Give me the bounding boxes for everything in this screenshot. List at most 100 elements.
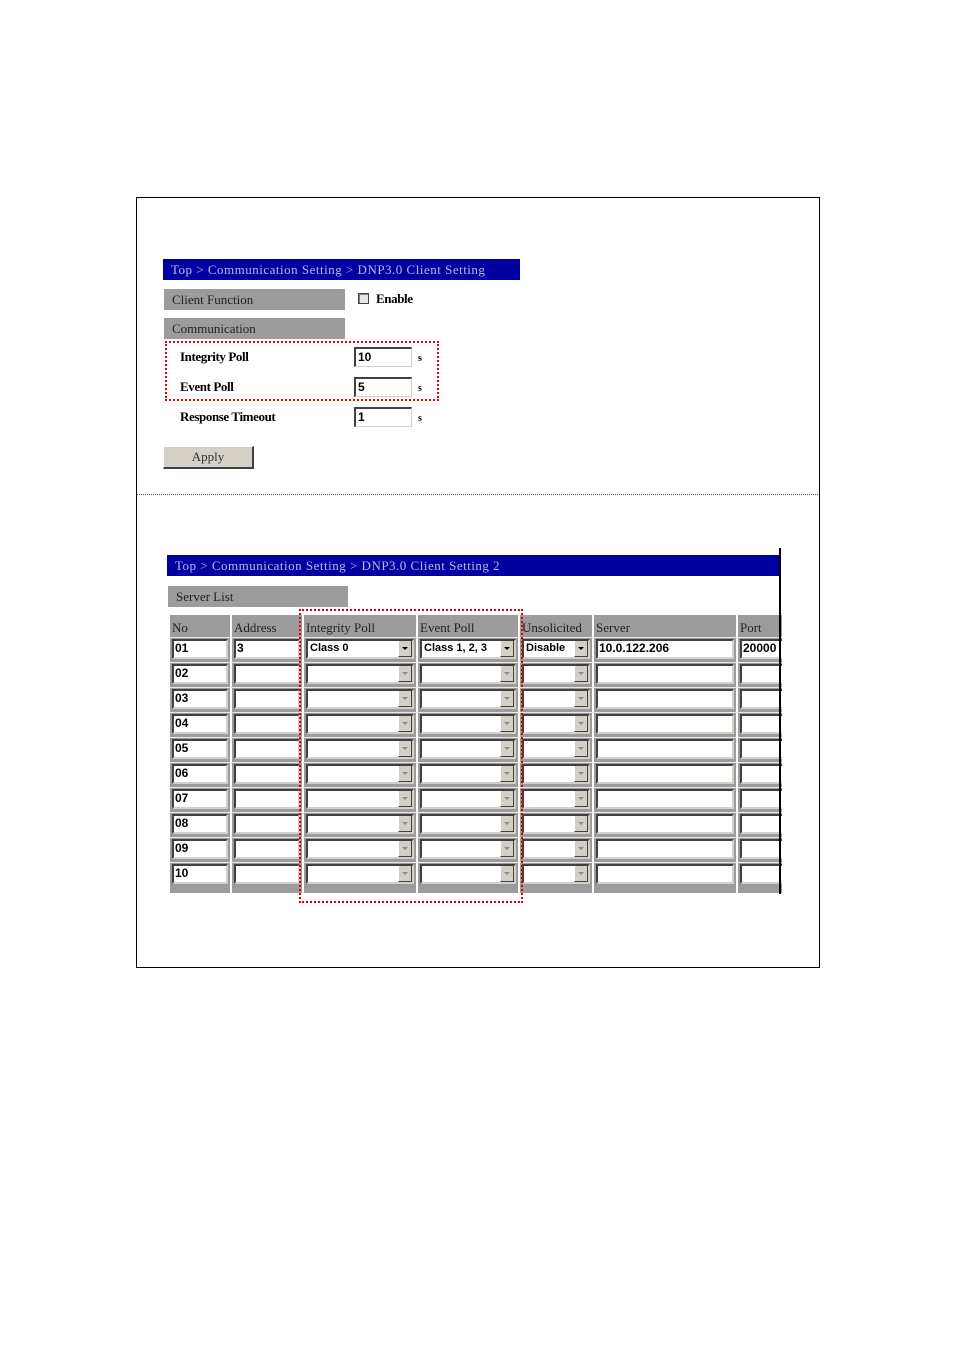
dropdown-arrow-icon[interactable] xyxy=(574,666,588,682)
no-input[interactable]: 09 xyxy=(172,839,228,859)
server-input[interactable] xyxy=(596,789,734,809)
unsolicited-select[interactable] xyxy=(522,664,590,684)
address-input[interactable] xyxy=(234,839,300,859)
unsolicited-select[interactable] xyxy=(522,689,590,709)
port-input[interactable] xyxy=(740,814,782,834)
dropdown-arrow-icon[interactable] xyxy=(398,741,412,757)
dropdown-arrow-icon[interactable] xyxy=(398,766,412,782)
port-input[interactable]: 20000 xyxy=(740,639,782,659)
dropdown-arrow-icon[interactable] xyxy=(574,816,588,832)
event-poll-select[interactable] xyxy=(420,814,516,834)
port-input[interactable] xyxy=(740,664,782,684)
address-input[interactable] xyxy=(234,714,300,734)
dropdown-arrow-icon[interactable] xyxy=(398,791,412,807)
dropdown-arrow-icon[interactable] xyxy=(398,866,412,882)
no-input[interactable]: 04 xyxy=(172,714,228,734)
server-input[interactable] xyxy=(596,864,734,884)
address-input[interactable]: 3 xyxy=(234,639,300,659)
event-poll-select[interactable] xyxy=(420,714,516,734)
no-input[interactable]: 02 xyxy=(172,664,228,684)
event-poll-select[interactable] xyxy=(420,664,516,684)
no-input[interactable]: 06 xyxy=(172,764,228,784)
integrity-poll-select[interactable] xyxy=(306,764,414,784)
dropdown-arrow-icon[interactable] xyxy=(500,766,514,782)
event-poll-input[interactable]: 5 xyxy=(354,377,412,397)
dropdown-arrow-icon[interactable] xyxy=(574,741,588,757)
address-input[interactable] xyxy=(234,689,300,709)
integrity-poll-select[interactable] xyxy=(306,864,414,884)
event-poll-select[interactable] xyxy=(420,689,516,709)
event-poll-select[interactable] xyxy=(420,739,516,759)
address-input[interactable] xyxy=(234,764,300,784)
dropdown-arrow-icon[interactable] xyxy=(574,716,588,732)
address-input[interactable] xyxy=(234,789,300,809)
dropdown-arrow-icon[interactable] xyxy=(500,866,514,882)
unsolicited-select[interactable] xyxy=(522,739,590,759)
unsolicited-select[interactable]: Disable xyxy=(522,639,590,659)
server-input[interactable] xyxy=(596,689,734,709)
dropdown-arrow-icon[interactable] xyxy=(574,691,588,707)
address-input[interactable] xyxy=(234,739,300,759)
unsolicited-select[interactable] xyxy=(522,714,590,734)
port-input[interactable] xyxy=(740,714,782,734)
dropdown-arrow-icon[interactable] xyxy=(500,741,514,757)
dropdown-arrow-icon[interactable] xyxy=(398,816,412,832)
dropdown-arrow-icon[interactable] xyxy=(500,841,514,857)
dropdown-arrow-icon[interactable] xyxy=(500,791,514,807)
event-poll-select[interactable] xyxy=(420,839,516,859)
unsolicited-select[interactable] xyxy=(522,839,590,859)
no-input[interactable]: 08 xyxy=(172,814,228,834)
unsolicited-select[interactable] xyxy=(522,864,590,884)
server-input[interactable] xyxy=(596,664,734,684)
dropdown-arrow-icon[interactable] xyxy=(398,691,412,707)
server-input[interactable] xyxy=(596,814,734,834)
dropdown-arrow-icon[interactable] xyxy=(398,666,412,682)
unsolicited-select[interactable] xyxy=(522,764,590,784)
dropdown-arrow-icon[interactable] xyxy=(574,866,588,882)
no-input[interactable]: 07 xyxy=(172,789,228,809)
port-input[interactable] xyxy=(740,839,782,859)
port-input[interactable] xyxy=(740,864,782,884)
dropdown-arrow-icon[interactable] xyxy=(574,766,588,782)
enable-checkbox[interactable] xyxy=(358,293,369,304)
integrity-poll-select[interactable] xyxy=(306,814,414,834)
integrity-poll-select[interactable] xyxy=(306,689,414,709)
port-input[interactable] xyxy=(740,689,782,709)
integrity-poll-select[interactable] xyxy=(306,789,414,809)
dropdown-arrow-icon[interactable] xyxy=(398,716,412,732)
server-input[interactable] xyxy=(596,714,734,734)
port-input[interactable] xyxy=(740,764,782,784)
no-input[interactable]: 03 xyxy=(172,689,228,709)
address-input[interactable] xyxy=(234,814,300,834)
response-timeout-input[interactable]: 1 xyxy=(354,407,412,427)
port-input[interactable] xyxy=(740,739,782,759)
dropdown-arrow-icon[interactable] xyxy=(574,841,588,857)
server-input[interactable] xyxy=(596,739,734,759)
dropdown-arrow-icon[interactable] xyxy=(574,641,588,657)
integrity-poll-select[interactable]: Class 0 xyxy=(306,639,414,659)
address-input[interactable] xyxy=(234,864,300,884)
dropdown-arrow-icon[interactable] xyxy=(398,841,412,857)
server-input[interactable] xyxy=(596,764,734,784)
integrity-poll-select[interactable] xyxy=(306,839,414,859)
dropdown-arrow-icon[interactable] xyxy=(500,716,514,732)
integrity-poll-select[interactable] xyxy=(306,664,414,684)
dropdown-arrow-icon[interactable] xyxy=(500,641,514,657)
no-input[interactable]: 10 xyxy=(172,864,228,884)
event-poll-select[interactable]: Class 1, 2, 3 xyxy=(420,639,516,659)
integrity-poll-input[interactable]: 10 xyxy=(354,347,412,367)
dropdown-arrow-icon[interactable] xyxy=(500,816,514,832)
dropdown-arrow-icon[interactable] xyxy=(574,791,588,807)
event-poll-select[interactable] xyxy=(420,789,516,809)
no-input[interactable]: 01 xyxy=(172,639,228,659)
server-input[interactable] xyxy=(596,839,734,859)
dropdown-arrow-icon[interactable] xyxy=(500,666,514,682)
integrity-poll-select[interactable] xyxy=(306,714,414,734)
address-input[interactable] xyxy=(234,664,300,684)
integrity-poll-select[interactable] xyxy=(306,739,414,759)
unsolicited-select[interactable] xyxy=(522,789,590,809)
event-poll-select[interactable] xyxy=(420,764,516,784)
server-input[interactable]: 10.0.122.206 xyxy=(596,639,734,659)
port-input[interactable] xyxy=(740,789,782,809)
no-input[interactable]: 05 xyxy=(172,739,228,759)
